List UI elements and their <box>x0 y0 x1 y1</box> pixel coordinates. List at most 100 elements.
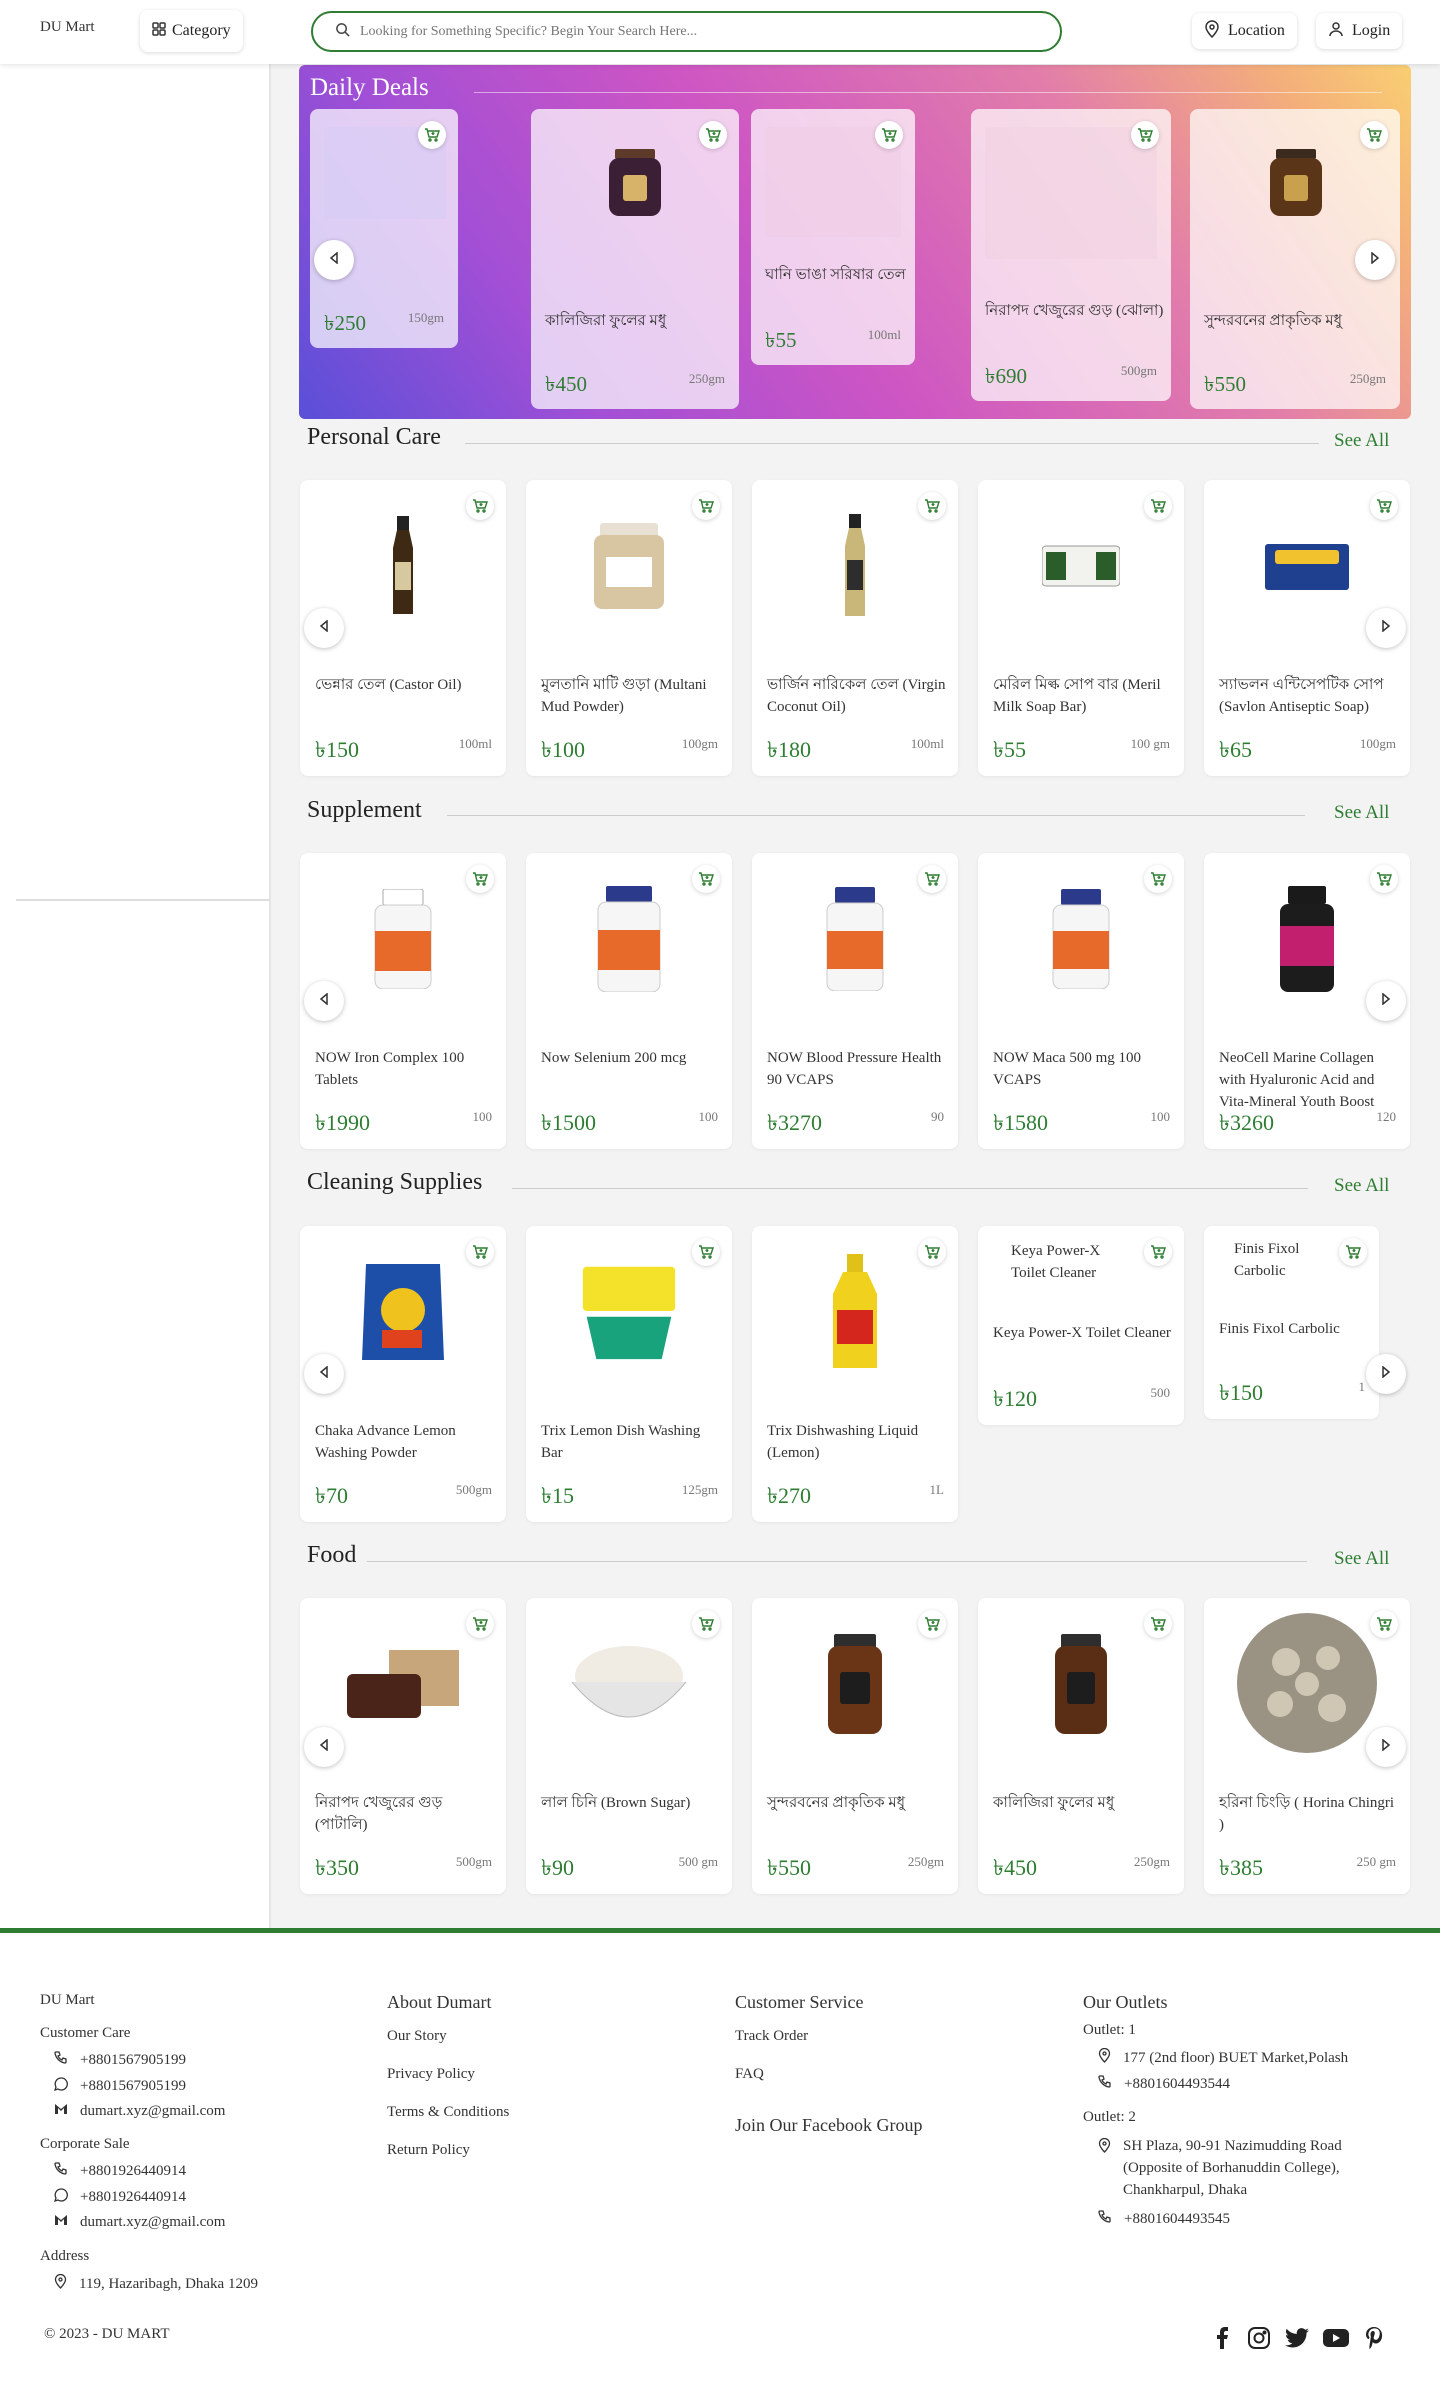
product-card[interactable]: Keya Power-X Toilet Cleaner Keya Power-X… <box>978 1226 1184 1425</box>
chaka-powder-image <box>353 1254 453 1370</box>
product-card[interactable]: NOW Blood Pressure Health 90 VCAPS ৳3270… <box>752 853 958 1149</box>
add-to-cart-icon[interactable] <box>699 121 727 149</box>
add-to-cart-icon[interactable] <box>1144 492 1172 520</box>
personal-care-next-button[interactable] <box>1366 608 1406 648</box>
product-card[interactable]: NOW Maca 500 mg 100 VCAPS ৳1580 100 <box>978 853 1184 1149</box>
see-all-food[interactable]: See All <box>1334 1548 1389 1570</box>
twitter-icon[interactable] <box>1283 2324 1311 2352</box>
outlet-2-phone[interactable]: +8801604493545 <box>1098 2210 1230 2229</box>
phone-icon <box>1098 2210 1112 2229</box>
add-to-cart-icon[interactable] <box>1370 492 1398 520</box>
honey-jar-image <box>1268 149 1324 222</box>
pinterest-icon[interactable] <box>1360 2324 1388 2352</box>
location-pin-icon <box>1098 2047 1111 2068</box>
product-card[interactable]: ভার্জিন নারিকেল তেল (Virgin Coconut Oil)… <box>752 480 958 776</box>
corporate-sale-email[interactable]: dumart.xyz@gmail.com <box>54 2214 225 2231</box>
add-to-cart-icon[interactable] <box>1370 865 1398 893</box>
our-story-link[interactable]: Our Story <box>387 2028 447 2045</box>
add-to-cart-icon[interactable] <box>1144 1238 1172 1266</box>
privacy-policy-link[interactable]: Privacy Policy <box>387 2066 475 2083</box>
location-button[interactable]: Location <box>1192 13 1297 49</box>
deals-next-button[interactable] <box>1355 240 1395 280</box>
broken-image-alt: Finis Fixol Carbolic <box>1234 1241 1300 1279</box>
login-label: Login <box>1352 22 1391 39</box>
honey-jar-image <box>607 149 663 222</box>
product-card[interactable]: কালিজিরা ফুলের মধু ৳450 250gm <box>978 1598 1184 1894</box>
product-card[interactable]: মেরিল মিল্ক সোপ বার (Meril Milk Soap Bar… <box>978 480 1184 776</box>
product-card[interactable]: Trix Dishwashing Liquid (Lemon) ৳270 1L <box>752 1226 958 1522</box>
cleaning-prev-button[interactable] <box>304 1354 344 1394</box>
trix-liquid-image <box>805 1254 905 1370</box>
product-quantity: 100ml <box>910 736 944 751</box>
dumart-logo[interactable]: DU Mart <box>40 19 95 36</box>
add-to-cart-icon[interactable] <box>1144 1610 1172 1638</box>
add-to-cart-icon[interactable] <box>1339 1238 1367 1266</box>
add-to-cart-icon[interactable] <box>1144 865 1172 893</box>
deal-card[interactable]: ঘানি ভাঙা সরিষার তেল ৳55 100ml <box>751 109 915 365</box>
product-card[interactable]: মুলতানি মাটি গুড়া (Multani Mud Powder) … <box>526 480 732 776</box>
login-button[interactable]: Login <box>1316 13 1402 49</box>
add-to-cart-icon[interactable] <box>692 865 720 893</box>
food-prev-button[interactable] <box>304 1727 344 1767</box>
category-button[interactable]: Category <box>140 10 243 52</box>
location-pin-icon <box>1098 2137 1111 2201</box>
outlet-phone-number: +8801604493545 <box>1124 2211 1230 2227</box>
facebook-icon[interactable] <box>1208 2324 1236 2352</box>
add-to-cart-icon[interactable] <box>918 492 946 520</box>
instagram-icon[interactable] <box>1245 2324 1273 2352</box>
see-all-cleaning-supplies[interactable]: See All <box>1334 1175 1389 1197</box>
deal-card[interactable]: কালিজিরা ফুলের মধু ৳450 250gm <box>531 109 739 409</box>
product-card[interactable]: Trix Lemon Dish Washing Bar ৳15 125gm <box>526 1226 732 1522</box>
add-to-cart-icon[interactable] <box>692 492 720 520</box>
see-all-personal-care[interactable]: See All <box>1334 430 1389 452</box>
customer-care-phone[interactable]: +8801567905199 <box>54 2051 186 2070</box>
outlet-1-phone[interactable]: +8801604493544 <box>1098 2075 1230 2094</box>
deal-card[interactable]: ৳250 150gm <box>310 109 458 348</box>
product-card[interactable]: সুন্দরবনের প্রাকৃতিক মধু ৳550 250gm <box>752 1598 958 1894</box>
customer-care-whatsapp[interactable]: +8801567905199 <box>53 2077 186 2096</box>
customer-care-email[interactable]: dumart.xyz@gmail.com <box>54 2103 225 2120</box>
search-input[interactable] <box>360 23 1020 40</box>
add-to-cart-icon[interactable] <box>1360 121 1388 149</box>
faq-link[interactable]: FAQ <box>735 2066 764 2083</box>
see-all-supplement[interactable]: See All <box>1334 802 1389 824</box>
product-name: লাল চিনি (Brown Sugar) <box>541 1795 691 1811</box>
track-order-link[interactable]: Track Order <box>735 2028 808 2045</box>
add-to-cart-icon[interactable] <box>466 1238 494 1266</box>
chevron-left-icon <box>329 251 339 269</box>
add-to-cart-icon[interactable] <box>692 1610 720 1638</box>
add-to-cart-icon[interactable] <box>875 121 903 149</box>
add-to-cart-icon[interactable] <box>1131 121 1159 149</box>
product-price: ৳3260 <box>1219 1110 1274 1135</box>
add-to-cart-icon[interactable] <box>1370 1610 1398 1638</box>
add-to-cart-icon[interactable] <box>918 1238 946 1266</box>
corporate-sale-phone[interactable]: +8801926440914 <box>54 2162 186 2181</box>
product-card[interactable]: Finis Fixol Carbolic Finis Fixol Carboli… <box>1204 1226 1379 1419</box>
add-to-cart-icon[interactable] <box>466 865 494 893</box>
deal-card[interactable]: নিরাপদ খেজুরের গুড় (ঝোলা) ৳690 500gm <box>971 109 1171 401</box>
supplement-prev-button[interactable] <box>304 981 344 1021</box>
add-to-cart-icon[interactable] <box>466 1610 494 1638</box>
outlet-1-label: Outlet: 1 <box>1083 2022 1136 2038</box>
add-to-cart-icon[interactable] <box>466 492 494 520</box>
product-card[interactable]: Now Selenium 200 mcg ৳1500 100 <box>526 853 732 1149</box>
deals-prev-button[interactable] <box>314 240 354 280</box>
youtube-icon[interactable] <box>1322 2324 1350 2352</box>
phone-number: +8801926440914 <box>80 2163 186 2179</box>
product-card[interactable]: লাল চিনি (Brown Sugar) ৳90 500 gm <box>526 1598 732 1894</box>
food-next-button[interactable] <box>1366 1727 1406 1767</box>
supplement-next-button[interactable] <box>1366 981 1406 1021</box>
cleaning-next-button[interactable] <box>1366 1354 1406 1394</box>
add-to-cart-icon[interactable] <box>918 865 946 893</box>
footer-logo[interactable]: DU Mart <box>40 1992 95 2009</box>
terms-conditions-link[interactable]: Terms & Conditions <box>387 2104 509 2121</box>
search-bar[interactable] <box>311 11 1062 52</box>
add-to-cart-icon[interactable] <box>418 121 446 149</box>
personal-care-prev-button[interactable] <box>304 608 344 648</box>
add-to-cart-icon[interactable] <box>692 1238 720 1266</box>
corporate-sale-whatsapp[interactable]: +8801926440914 <box>53 2188 186 2207</box>
maca-image <box>1031 881 1131 997</box>
facebook-group-link[interactable]: Join Our Facebook Group <box>735 2115 922 2136</box>
return-policy-link[interactable]: Return Policy <box>387 2142 470 2159</box>
add-to-cart-icon[interactable] <box>918 1610 946 1638</box>
